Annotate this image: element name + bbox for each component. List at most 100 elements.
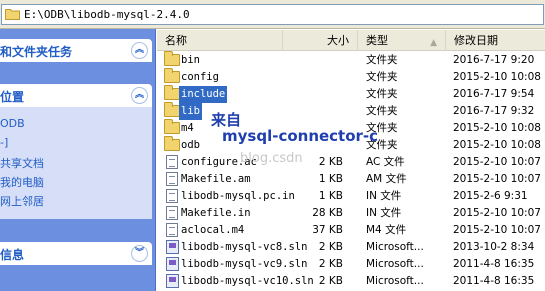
column-date[interactable]: 修改日期 xyxy=(446,30,545,51)
file-name[interactable]: Makefile.am xyxy=(179,171,253,188)
column-type-label: 类型 xyxy=(366,34,388,47)
file-date: 2011-4-8 16:35 xyxy=(453,275,535,287)
file-type: IN 文件 xyxy=(366,207,402,219)
file-type: M4 文件 xyxy=(366,224,407,236)
file-date: 2015-2-10 10:07 xyxy=(453,173,541,185)
file-row[interactable]: libodb-mysql-vc9.sln 2 KB Microsoft... 2011… xyxy=(157,256,545,273)
address-path[interactable]: E:\ODB\libodb-mysql-2.4.0 xyxy=(24,8,190,21)
folder-icon xyxy=(164,102,180,118)
file-name[interactable]: odb xyxy=(179,137,202,154)
file-folder-tasks-header[interactable]: 和文件夹任务 ︽ xyxy=(0,39,152,62)
file-type: Microsoft... xyxy=(366,241,424,253)
file-type: IN 文件 xyxy=(366,190,402,202)
file-size: 2 KB xyxy=(318,275,343,287)
sln-icon xyxy=(164,257,180,271)
file-type: 文件夹 xyxy=(366,105,398,117)
file-row[interactable]: Makefile.am 1 KB AM 文件 2015-2-10 10:07 xyxy=(157,171,545,188)
folder-icon xyxy=(164,51,180,67)
column-name[interactable]: 名称 xyxy=(157,30,283,51)
file-date: 2016-7-17 9:54 xyxy=(453,88,535,100)
place-link-my-computer[interactable]: 我的电脑 xyxy=(0,174,44,190)
column-size[interactable]: 大小 xyxy=(283,30,358,51)
file-row[interactable]: aclocal.m4 37 KB M4 文件 2015-2-10 10:07 xyxy=(157,222,545,239)
file-row[interactable]: Makefile.in 28 KB IN 文件 2015-2-10 10:07 xyxy=(157,205,545,222)
file-date: 2016-7-17 9:20 xyxy=(453,54,535,66)
file-row[interactable]: bin 文件夹 2016-7-17 9:20 xyxy=(157,51,545,69)
file-row[interactable]: libodb-mysql.pc.in 1 KB IN 文件 2015-2-6 9:31 xyxy=(157,188,545,205)
file-name[interactable]: lib xyxy=(179,103,202,120)
file-name[interactable]: libodb-mysql-vc8.sln xyxy=(179,239,309,256)
file-row[interactable]: libodb-mysql-vc10.sln 2 KB Microsoft... 201… xyxy=(157,273,545,290)
place-link-odb[interactable]: ODB xyxy=(0,117,25,130)
file-type: AM 文件 xyxy=(366,173,407,185)
file-date: 2015-2-10 10:07 xyxy=(453,224,541,236)
file-icon xyxy=(164,189,180,203)
column-type[interactable]: 类型 ▲ xyxy=(358,30,446,51)
other-places-list: ODB -] 共享文档 我的电脑 网上邻居 xyxy=(0,107,152,219)
file-type: Microsoft... xyxy=(366,258,424,270)
chevron-down-icon[interactable]: ︾ xyxy=(131,245,148,262)
address-bar-strip: E:\ODB\libodb-mysql-2.4.0 xyxy=(0,0,545,29)
sln-icon xyxy=(164,274,180,288)
folder-icon xyxy=(5,9,20,20)
file-row[interactable]: include 文件夹 2016-7-17 9:54 xyxy=(157,85,545,103)
chevron-up-icon[interactable]: ︽ xyxy=(131,42,148,59)
file-name[interactable]: include xyxy=(179,86,228,103)
file-name[interactable]: m4 xyxy=(179,120,196,137)
file-size: 28 KB xyxy=(312,207,343,219)
file-name[interactable]: aclocal.m4 xyxy=(179,222,246,239)
other-places-header[interactable]: 位置 ︽ xyxy=(0,84,152,107)
file-date: 2016-7-17 9:32 xyxy=(453,105,535,117)
folder-icon xyxy=(164,136,180,152)
file-date: 2015-2-10 10:08 xyxy=(453,71,541,83)
file-icon xyxy=(164,155,180,169)
chevron-up-icon[interactable]: ︽ xyxy=(131,87,148,104)
details-header[interactable]: 信息 ︾ xyxy=(0,242,152,265)
file-date: 2015-2-10 10:07 xyxy=(453,156,541,168)
file-row[interactable]: libodb-mysql-vc8.sln 2 KB Microsoft... 2013… xyxy=(157,239,545,256)
file-type: 文件夹 xyxy=(366,54,398,66)
file-row[interactable]: config 文件夹 2015-2-10 10:08 xyxy=(157,68,545,86)
file-name[interactable]: Makefile.in xyxy=(179,205,253,222)
column-header: 名称 大小 类型 ▲ 修改日期 xyxy=(157,30,545,51)
file-row[interactable]: configure.ac 2 KB AC 文件 2015-2-10 10:07 xyxy=(157,154,545,171)
file-date: 2011-4-8 16:35 xyxy=(453,258,535,270)
file-name[interactable]: libodb-mysql-vc10.sln xyxy=(179,273,316,290)
file-type: Microsoft... xyxy=(366,275,424,287)
file-size: 37 KB xyxy=(312,224,343,236)
file-date: 2015-2-10 10:08 xyxy=(453,122,541,134)
file-date: 2015-2-6 9:31 xyxy=(453,190,528,202)
file-icon xyxy=(164,206,180,220)
folder-icon xyxy=(164,119,180,135)
address-bar[interactable]: E:\ODB\libodb-mysql-2.4.0 xyxy=(1,4,544,25)
place-link-shared-documents[interactable]: 共享文档 xyxy=(0,155,44,171)
file-size: 2 KB xyxy=(318,241,343,253)
sln-icon xyxy=(164,240,180,254)
file-date: 2015-2-10 10:08 xyxy=(453,139,541,151)
task-pane: 和文件夹任务 ︽ 位置 ︽ ODB -] 共享文档 我的电脑 网上邻居 信息 ︾ xyxy=(0,29,156,291)
annotation-line-2: mysql-connector-c xyxy=(222,127,379,145)
watermark: blog.csdn xyxy=(240,151,303,166)
file-size: 1 KB xyxy=(318,173,343,185)
file-date: 2015-2-10 10:07 xyxy=(453,207,541,219)
file-type: 文件夹 xyxy=(366,88,398,100)
file-size: 2 KB xyxy=(318,258,343,270)
section-title: 和文件夹任务 xyxy=(0,45,73,59)
file-icon xyxy=(164,172,180,186)
file-size: 2 KB xyxy=(318,156,343,168)
section-title: 位置 xyxy=(0,90,25,104)
file-type: 文件夹 xyxy=(366,71,398,83)
folder-icon xyxy=(164,68,180,84)
file-size: 1 KB xyxy=(318,190,343,202)
file-type: AC 文件 xyxy=(366,156,405,168)
file-name[interactable]: config xyxy=(179,69,221,86)
file-name[interactable]: bin xyxy=(179,52,202,69)
folder-icon xyxy=(164,85,180,101)
file-list: bin 文件夹 2016-7-17 9:20 config 文件夹 2015-2-10 1… xyxy=(157,51,545,291)
file-date: 2013-10-2 8:34 xyxy=(453,241,535,253)
file-icon xyxy=(164,223,180,237)
file-name[interactable]: libodb-mysql-vc9.sln xyxy=(179,256,309,273)
place-link[interactable]: -] xyxy=(0,136,8,149)
place-link-network-places[interactable]: 网上邻居 xyxy=(0,193,44,209)
file-name[interactable]: libodb-mysql.pc.in xyxy=(179,188,297,205)
